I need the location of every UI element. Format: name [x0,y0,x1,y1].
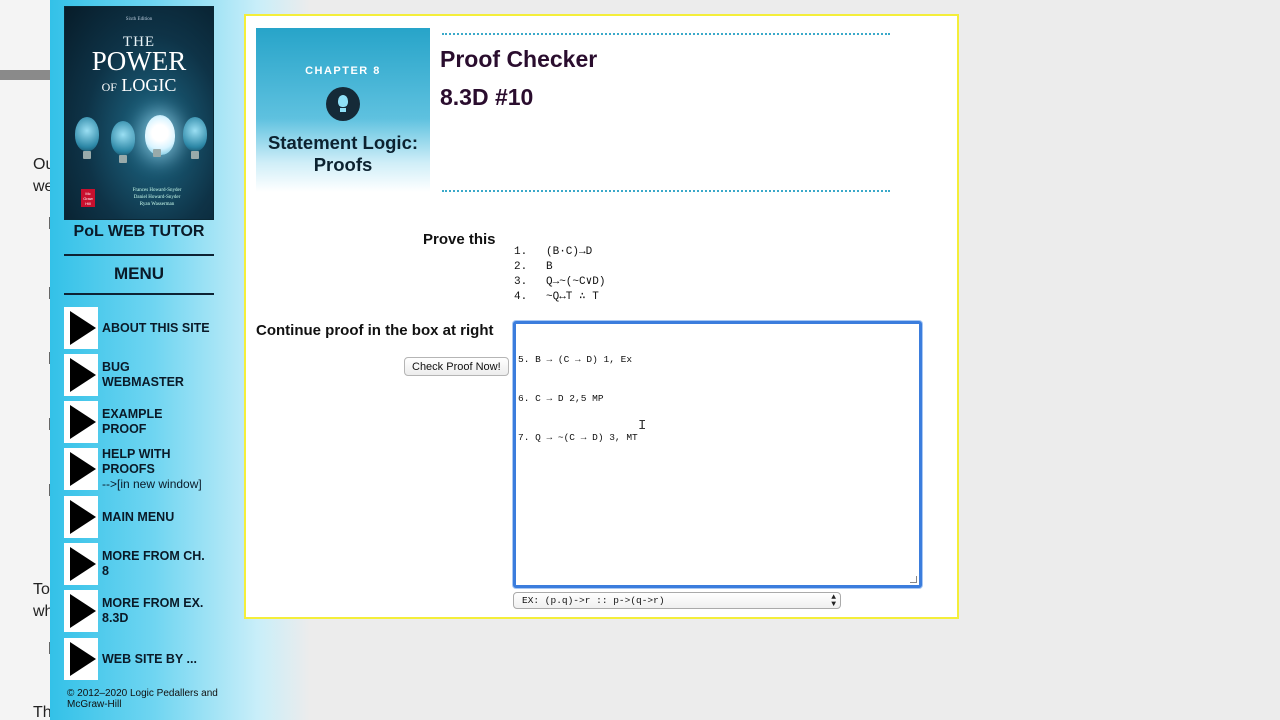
menu-item-label: MAIN MENU [102,496,174,538]
chapter-number: CHAPTER 8 [305,65,381,77]
menu-item-more-from-ex[interactable]: MORE FROM EX. 8.3D [64,590,214,632]
proof-line: 6. C → D 2,5 MP [518,393,604,404]
menu-item-label: ABOUT THIS SITE [102,307,210,349]
proof-textarea[interactable]: 5. B → (C → D) 1, Ex 6. C → D 2,5 MP 7. … [513,321,922,588]
arrow-right-icon [64,590,98,632]
arrow-right-icon [64,496,98,538]
updown-caret-icon: ▲ ▼ [831,593,836,609]
premise: 1. (B·C)→D [514,245,605,260]
menu-item-help-with-proofs[interactable]: HELP WITH PROOFS -->[in new window] [64,446,214,491]
menu-title: MENU [113,264,165,283]
cover-author: Daniel Howard-Snyder [133,195,181,200]
menu-item-text: EXAMPLE PROOF [102,407,163,436]
arrow-right-icon [64,354,98,396]
page-title: Proof Checker [440,46,598,72]
arrow-right-icon [64,401,98,443]
menu-item-web-site-by[interactable]: WEB SITE BY ... [64,638,214,680]
menu-item-text: BUG WEBMASTER [102,360,184,389]
menu-item-more-from-ch8[interactable]: MORE FROM CH. 8 [64,543,214,585]
cover-title-logic: LOGIC [121,75,177,95]
lightbulb-icon [75,117,99,159]
prove-label: Prove this [423,231,496,248]
menu-item-about[interactable]: ABOUT THIS SITE [64,307,214,349]
chapter-title-line: Statement Logic: [267,132,419,153]
menu-item-label: MORE FROM EX. 8.3D [102,590,214,632]
menu-item-text: ABOUT THIS SITE [102,320,210,335]
premise: 3. Q→~(~C∨D) [514,275,605,290]
dotted-divider [442,33,890,35]
background-text: Th [33,704,52,720]
publisher-logo: Mc Graw Hill [81,189,95,207]
copyright-notice: © 2012–2020 Logic Pedallers and McGraw-H… [67,688,218,710]
chapter-title: Statement Logic: Proofs [256,132,430,176]
premise: 2. B [514,260,605,275]
premise: 4. ~Q↔T ∴ T [514,290,605,305]
premise-number: 2. [514,261,528,273]
continue-proof-label: Continue proof in the box at right [256,322,494,339]
cover-authors: Frances Howard-Snyder Daniel Howard-Snyd… [107,187,207,208]
menu-item-text: WEB SITE BY ... [102,651,197,666]
menu-item-subtext: -->[in new window] [102,476,202,491]
premise-text: (B·C)→D [546,246,593,258]
premise-text: ~Q↔T ∴ T [546,291,599,303]
cover-author: Ryan Wasserman [139,202,175,207]
menu-item-bug-webmaster[interactable]: BUG WEBMASTER [64,354,214,396]
divider [64,254,214,256]
example-select[interactable]: EX: (p.q)->r :: p->(q->r) ▲ ▼ [513,592,841,609]
premise-number: 3. [514,276,528,288]
exercise-number: 8.3D #10 [440,84,534,110]
example-select-value: EX: (p.q)->r :: p->(q->r) [522,595,665,606]
menu-item-main-menu[interactable]: MAIN MENU [64,496,214,538]
cover-title-of-logic: OF LOGIC [65,75,213,96]
divider [64,293,214,295]
lit-lightbulb-icon [145,115,175,157]
menu-item-label: BUG WEBMASTER [102,354,192,396]
proof-line: 7. Q → ~(C → D) 3, MT [518,432,638,443]
arrow-right-icon [64,638,98,680]
arrow-right-icon [64,448,98,490]
text-cursor-icon: I [638,418,647,434]
lightbulb-icon [183,117,207,159]
menu-item-text: MORE FROM EX. 8.3D [102,596,204,625]
menu-item-text: HELP WITH PROOFS [102,446,171,476]
lightbulb-icon [111,121,135,163]
menu-item-label: WEB SITE BY ... [102,638,197,680]
cover-edition: Sixth Edition [125,17,153,22]
premise-list: 1. (B·C)→D 2. B 3. Q→~(~C∨D) 4. ~Q↔T ∴ T [514,245,605,305]
arrow-right-icon [64,307,98,349]
proof-line: 5. B → (C → D) 1, Ex [518,354,633,365]
menu-item-text: MAIN MENU [102,509,175,524]
premise-text: B [546,261,553,273]
premise-number: 1. [514,246,528,258]
menu-item-label: MORE FROM CH. 8 [102,543,214,585]
tutor-title: PoL WEB TUTOR [73,223,205,240]
background-text: To [33,581,50,598]
premise-text: Q→~(~C∨D) [546,276,606,288]
check-proof-button[interactable]: Check Proof Now! [404,357,509,376]
menu-item-label: HELP WITH PROOFS -->[in new window] [102,446,212,491]
cover-author: Frances Howard-Snyder [132,188,182,193]
cover-title-power: POWER [91,46,187,76]
chapter-title-line: Proofs [313,154,373,175]
cover-title-of: OF [101,80,117,94]
menu-item-text: MORE FROM CH. 8 [102,549,205,578]
menu-item-label: EXAMPLE PROOF [102,401,182,443]
lightbulb-icon [326,87,360,121]
premise-number: 4. [514,291,528,303]
resize-handle-icon[interactable] [910,576,917,583]
chapter-card: CHAPTER 8 Statement Logic: Proofs [256,28,430,192]
dotted-divider [442,190,890,192]
main-panel: CHAPTER 8 Statement Logic: Proofs Proof … [244,14,959,619]
menu-item-example-proof[interactable]: EXAMPLE PROOF [64,401,214,443]
arrow-right-icon [64,543,98,585]
book-cover[interactable]: Sixth Edition THE POWER OF LOGIC Mc Graw… [64,6,214,220]
